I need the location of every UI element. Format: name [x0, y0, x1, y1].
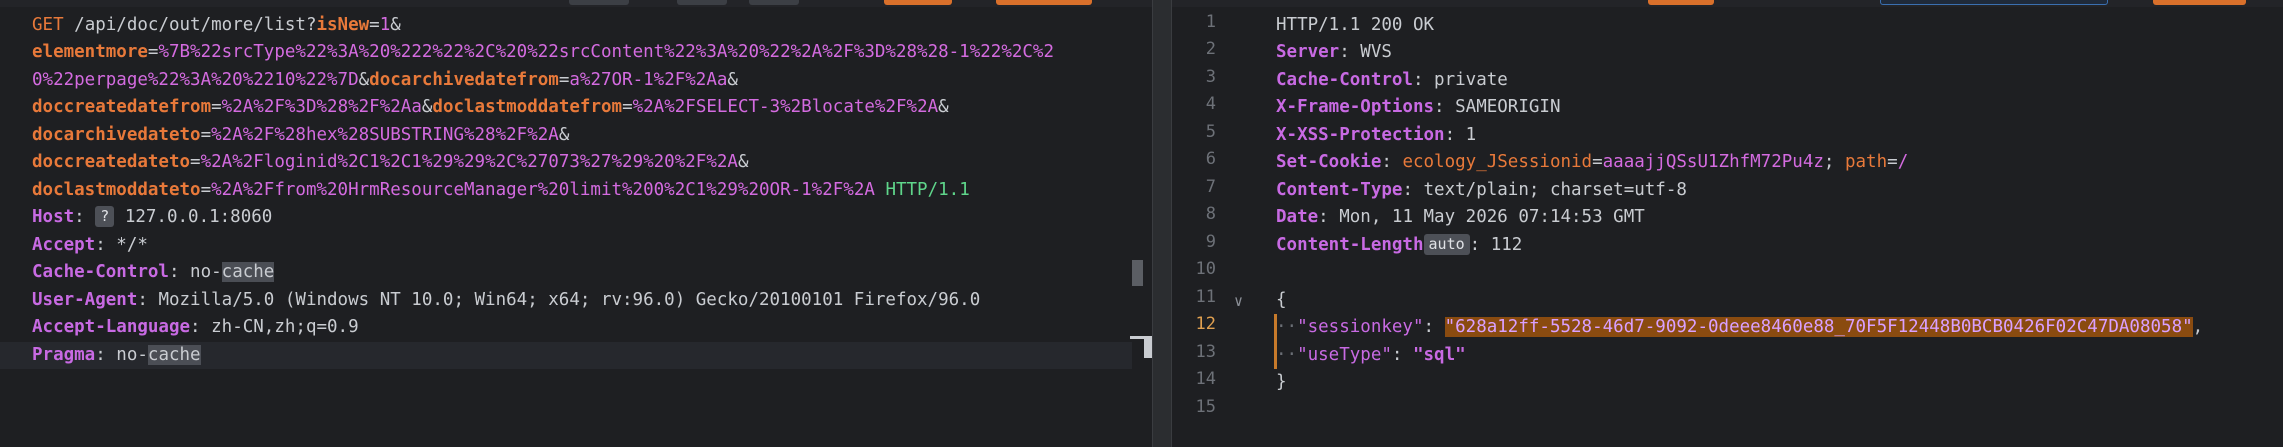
line-number: 2: [1205, 39, 1216, 59]
pane-splitter[interactable]: [1152, 0, 1172, 447]
toolbar-action-button[interactable]: [996, 0, 1092, 5]
search-field[interactable]: [1880, 0, 2108, 5]
line-number: 14: [1195, 369, 1216, 389]
help-badge[interactable]: ?: [95, 206, 115, 227]
toolbar-action-button[interactable]: [884, 0, 952, 5]
query-param-line: doccreatedateto=%2A%2Floginid%2C1%2C1%29…: [32, 152, 749, 172]
line-number: 13: [1195, 342, 1216, 362]
json-open-brace: {: [1276, 290, 1287, 310]
response-viewer[interactable]: 1 2 3 4 5 6 7 8 9 10 11 12 13 14 15 HTTP…: [1172, 7, 2283, 447]
header-server: Server: WVS: [1276, 42, 1392, 62]
header-pragma: Pragma: no-cache: [0, 342, 1132, 369]
line-number: 11: [1195, 287, 1216, 307]
query-param-line: 0%22perpage%22%3A%20%2210%22%7D&docarchi…: [32, 70, 738, 90]
line-number: 3: [1205, 67, 1216, 87]
toolbar-action-button[interactable]: [2153, 0, 2246, 5]
header-cache-control: Cache-Control: private: [1276, 70, 1508, 90]
toolbar-button[interactable]: [569, 0, 629, 5]
caret-marker: [1144, 336, 1152, 358]
header-host: Host: ? 127.0.0.1:8060: [32, 206, 273, 227]
request-line: GET /api/doc/out/more/list?isNew=1&: [32, 15, 401, 35]
json-field-usetype: ··"useType": "sql": [1276, 345, 1466, 365]
header-cache-control: Cache-Control: no-cache: [32, 262, 275, 282]
query-param-line: elementmore=%7B%22srcType%22%3A%20%222%2…: [32, 42, 1055, 62]
fold-chevron-icon[interactable]: ∨: [1234, 292, 1243, 310]
status-line: HTTP/1.1 200 OK: [1276, 15, 1435, 35]
line-number: 12: [1195, 314, 1216, 334]
line-number: 9: [1205, 232, 1216, 252]
header-set-cookie: Set-Cookie: ecology_JSessionid=aaaajjQSs…: [1276, 152, 1909, 172]
line-number: 15: [1195, 397, 1216, 417]
auto-badge[interactable]: auto: [1423, 234, 1470, 255]
line-number: 6: [1205, 149, 1216, 169]
header-user-agent: User-Agent: Mozilla/5.0 (Windows NT 10.0…: [32, 290, 981, 310]
line-number: 8: [1205, 204, 1216, 224]
header-date: Date: Mon, 11 May 2026 07:14:53 GMT: [1276, 207, 1645, 227]
query-param-line: docarchivedateto=%2A%2F%28hex%28SUBSTRIN…: [32, 125, 570, 145]
header-x-xss-protection: X-XSS-Protection: 1: [1276, 125, 1477, 145]
line-number: 7: [1205, 177, 1216, 197]
line-number: 5: [1205, 122, 1216, 142]
toolbar-button[interactable]: [749, 0, 799, 5]
header-x-frame-options: X-Frame-Options: SAMEORIGIN: [1276, 97, 1561, 117]
query-param-line: doclastmoddateto=%2A%2Ffrom%20HrmResourc…: [32, 180, 970, 200]
json-close-brace: }: [1276, 372, 1287, 392]
header-accept: Accept: */*: [32, 235, 148, 255]
toolbar-button[interactable]: [677, 0, 727, 5]
request-editor[interactable]: GET /api/doc/out/more/list?isNew=1& elem…: [0, 7, 1152, 447]
header-content-type: Content-Type: text/plain; charset=utf-8: [1276, 180, 1687, 200]
scrollbar-thumb[interactable]: [1132, 260, 1143, 286]
header-content-length: Content-Length auto: 112: [1276, 234, 1523, 255]
toolbar-action-button[interactable]: [1648, 0, 1714, 5]
line-number: 10: [1195, 259, 1216, 279]
query-param-line: doccreatedatefrom=%2A%2F%3D%28%2F%2Aa&do…: [32, 97, 949, 117]
top-toolbar-strip: [0, 0, 2283, 7]
line-number: 4: [1205, 94, 1216, 114]
header-accept-language: Accept-Language: zh-CN,zh;q=0.9: [32, 317, 359, 337]
json-field-sessionkey: ··"sessionkey": "628a12ff-5528-46d7-9092…: [1276, 317, 2204, 337]
line-number: 1: [1205, 12, 1216, 32]
